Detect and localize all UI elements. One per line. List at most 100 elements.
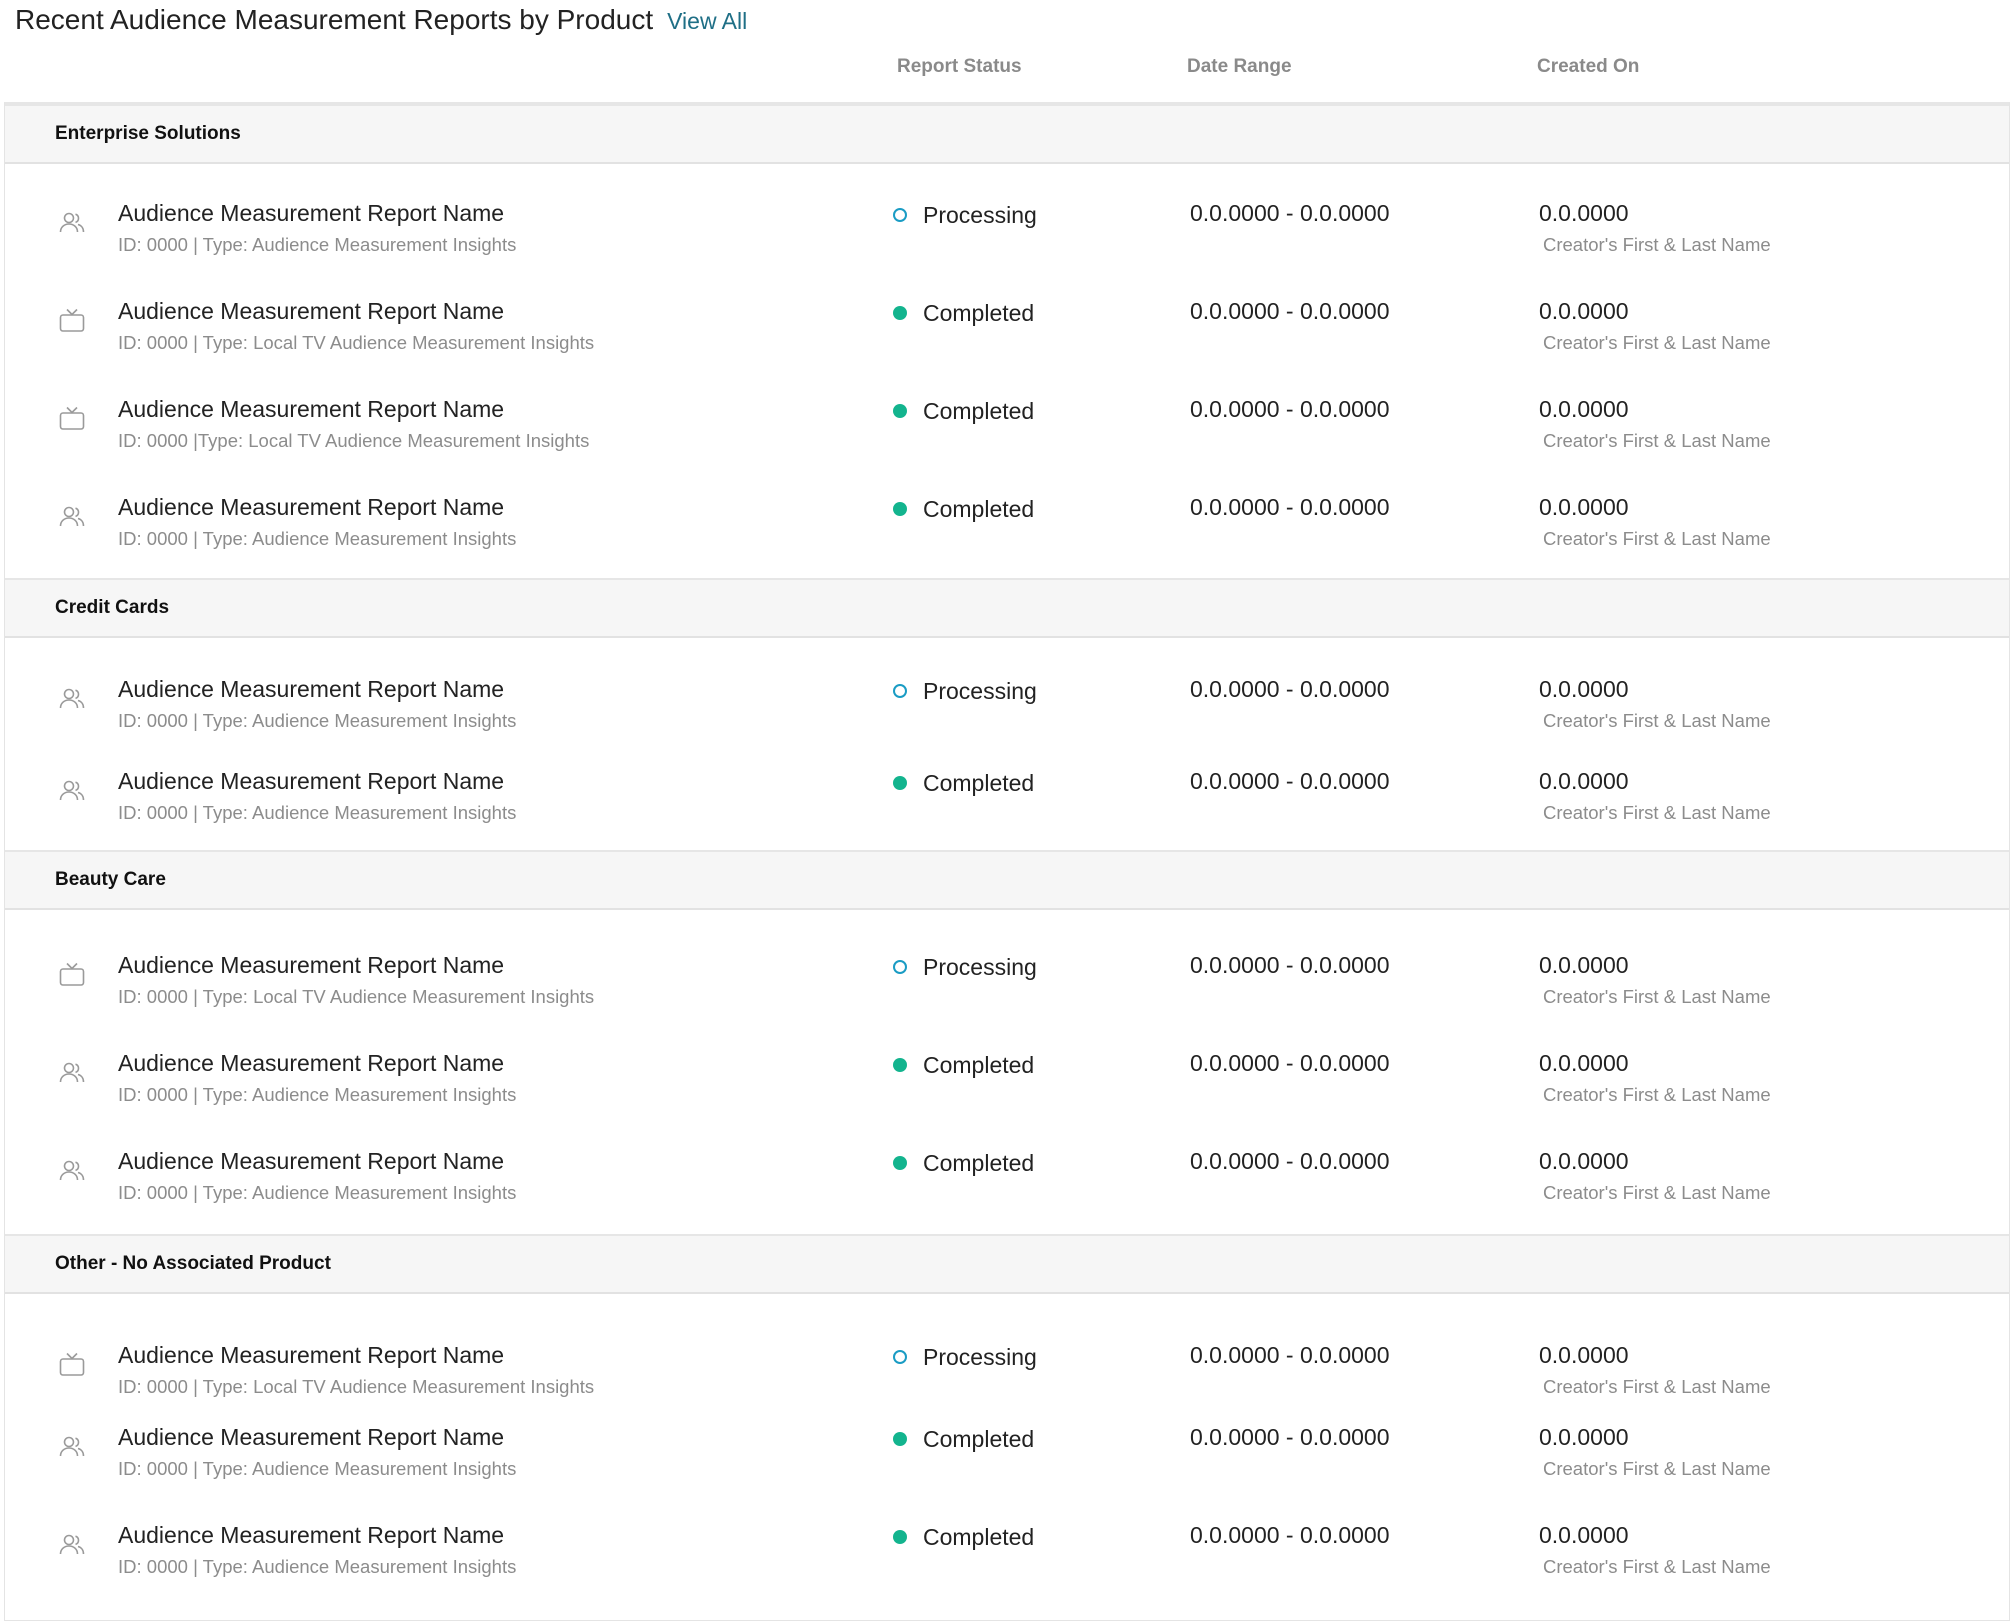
report-status: Processing (893, 200, 1037, 230)
report-date-range: 0.0.0000 - 0.0.0000 (1190, 1050, 1390, 1076)
tv-icon (57, 306, 87, 336)
report-created-on: 0.0.0000 (1539, 1424, 1629, 1450)
tv-icon (57, 1350, 87, 1380)
report-status: Completed (893, 1522, 1034, 1552)
group-header: Credit Cards (5, 578, 2009, 638)
report-row[interactable]: Audience Measurement Report Name ID: 0000… (5, 1424, 2009, 1514)
report-date-range: 0.0.0000 - 0.0.0000 (1190, 396, 1390, 422)
report-name[interactable]: Audience Measurement Report Name (118, 494, 504, 521)
audience-icon (57, 208, 87, 238)
report-row[interactable]: Audience Measurement Report Name ID: 0000… (5, 1148, 2009, 1238)
report-status: Processing (893, 1342, 1037, 1372)
audience-icon (57, 776, 87, 806)
report-date-range: 0.0.0000 - 0.0.0000 (1190, 200, 1390, 226)
report-row[interactable]: Audience Measurement Report Name ID: 0000… (5, 952, 2009, 1042)
status-processing-icon (893, 684, 907, 698)
report-creator: Creator's First & Last Name (1543, 802, 1771, 823)
report-name[interactable]: Audience Measurement Report Name (118, 952, 504, 979)
report-row[interactable]: Audience Measurement Report Name ID: 0000… (5, 494, 2009, 584)
status-text: Completed (923, 769, 1035, 796)
report-name[interactable]: Audience Measurement Report Name (118, 1522, 504, 1549)
group-header: Beauty Care (5, 850, 2009, 910)
report-meta: ID: 0000 | Type: Audience Measurement In… (118, 234, 517, 255)
report-creator: Creator's First & Last Name (1543, 1556, 1771, 1577)
status-completed-icon (893, 404, 907, 418)
report-created-on: 0.0.0000 (1539, 1050, 1629, 1076)
report-row[interactable]: Audience Measurement Report Name ID: 0000… (5, 1342, 2009, 1432)
report-status: Completed (893, 768, 1034, 798)
report-meta: ID: 0000 |Type: Local TV Audience Measur… (118, 430, 590, 451)
group-title: Beauty Care (55, 869, 166, 890)
report-status: Completed (893, 1050, 1034, 1080)
report-creator: Creator's First & Last Name (1543, 528, 1771, 549)
report-date-range: 0.0.0000 - 0.0.0000 (1190, 768, 1390, 794)
status-completed-icon (893, 502, 907, 516)
report-row[interactable]: Audience Measurement Report Name ID: 0000… (5, 768, 2009, 858)
status-processing-icon (893, 1350, 907, 1364)
report-row[interactable]: Audience Measurement Report Name ID: 0000… (5, 676, 2009, 766)
report-row[interactable]: Audience Measurement Report Name ID: 0000… (5, 1050, 2009, 1140)
report-meta: ID: 0000 | Type: Audience Measurement In… (118, 710, 517, 731)
report-meta: ID: 0000 | Type: Audience Measurement In… (118, 1084, 517, 1105)
column-header-status: Report Status (897, 56, 1022, 77)
report-row[interactable]: Audience Measurement Report Name ID: 0000… (5, 298, 2009, 388)
status-completed-icon (893, 1156, 907, 1170)
group-title: Credit Cards (55, 597, 170, 618)
status-processing-icon (893, 960, 907, 974)
report-date-range: 0.0.0000 - 0.0.0000 (1190, 494, 1390, 520)
report-status: Completed (893, 1148, 1034, 1178)
report-creator: Creator's First & Last Name (1543, 234, 1771, 255)
report-name[interactable]: Audience Measurement Report Name (118, 298, 504, 325)
report-creator: Creator's First & Last Name (1543, 1084, 1771, 1105)
tv-icon (57, 960, 87, 990)
report-name[interactable]: Audience Measurement Report Name (118, 1148, 504, 1175)
report-creator: Creator's First & Last Name (1543, 710, 1771, 731)
group-title: Other - No Associated Product (55, 1253, 331, 1274)
report-name[interactable]: Audience Measurement Report Name (118, 1050, 504, 1077)
report-created-on: 0.0.0000 (1539, 494, 1629, 520)
report-row[interactable]: Audience Measurement Report Name ID: 0000… (5, 1522, 2009, 1612)
status-text: Processing (923, 953, 1037, 980)
status-text: Completed (923, 1051, 1035, 1078)
report-name[interactable]: Audience Measurement Report Name (118, 200, 504, 227)
report-date-range: 0.0.0000 - 0.0.0000 (1190, 1148, 1390, 1174)
report-name[interactable]: Audience Measurement Report Name (118, 1342, 504, 1369)
status-text: Completed (923, 299, 1035, 326)
audience-icon (57, 1530, 87, 1560)
report-row[interactable]: Audience Measurement Report Name ID: 0000… (5, 396, 2009, 486)
report-row[interactable]: Audience Measurement Report Name ID: 0000… (5, 200, 2009, 290)
report-status: Completed (893, 1424, 1034, 1454)
report-name[interactable]: Audience Measurement Report Name (118, 676, 504, 703)
report-status: Processing (893, 676, 1037, 706)
report-meta: ID: 0000 | Type: Local TV Audience Measu… (118, 332, 595, 353)
audience-icon (57, 1058, 87, 1088)
status-processing-icon (893, 208, 907, 222)
report-date-range: 0.0.0000 - 0.0.0000 (1190, 1342, 1390, 1368)
status-completed-icon (893, 776, 907, 790)
view-all-link[interactable]: View All (667, 8, 747, 35)
report-creator: Creator's First & Last Name (1543, 1376, 1771, 1397)
report-creator: Creator's First & Last Name (1543, 986, 1771, 1007)
status-text: Completed (923, 1149, 1035, 1176)
status-completed-icon (893, 1530, 907, 1544)
report-created-on: 0.0.0000 (1539, 298, 1629, 324)
column-header-date-range: Date Range (1187, 56, 1292, 77)
report-date-range: 0.0.0000 - 0.0.0000 (1190, 1522, 1390, 1548)
audience-icon (57, 502, 87, 532)
report-creator: Creator's First & Last Name (1543, 1182, 1771, 1203)
audience-icon (57, 1156, 87, 1186)
report-creator: Creator's First & Last Name (1543, 1458, 1771, 1479)
status-text: Completed (923, 1425, 1035, 1452)
report-name[interactable]: Audience Measurement Report Name (118, 1424, 504, 1451)
report-created-on: 0.0.0000 (1539, 768, 1629, 794)
report-meta: ID: 0000 | Type: Audience Measurement In… (118, 1458, 517, 1479)
status-text: Processing (923, 677, 1037, 704)
report-name[interactable]: Audience Measurement Report Name (118, 768, 504, 795)
report-created-on: 0.0.0000 (1539, 1342, 1629, 1368)
report-meta: ID: 0000 | Type: Audience Measurement In… (118, 802, 517, 823)
group-title: Enterprise Solutions (55, 123, 241, 144)
report-created-on: 0.0.0000 (1539, 200, 1629, 226)
report-name[interactable]: Audience Measurement Report Name (118, 396, 504, 423)
report-status: Completed (893, 298, 1034, 328)
report-created-on: 0.0.0000 (1539, 952, 1629, 978)
